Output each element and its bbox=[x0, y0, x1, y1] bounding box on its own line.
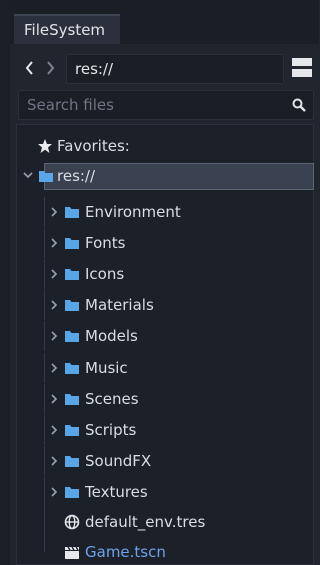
folder-icon bbox=[65, 300, 79, 311]
back-button[interactable] bbox=[22, 58, 38, 78]
file-label: default_env.tres bbox=[85, 513, 206, 531]
tree-guide bbox=[44, 228, 45, 258]
folder-icon bbox=[65, 456, 79, 467]
tree-guide bbox=[44, 259, 45, 289]
dock-tabbar: FileSystem bbox=[10, 0, 319, 44]
chevron-right-icon[interactable] bbox=[50, 237, 58, 249]
split-mode-icon-lower bbox=[292, 69, 312, 77]
split-mode-button[interactable] bbox=[292, 58, 312, 80]
path-input[interactable]: res:// bbox=[66, 54, 284, 84]
tree-guide bbox=[44, 477, 45, 507]
left-gutter bbox=[0, 0, 10, 565]
folder-label: Icons bbox=[85, 265, 125, 283]
tree-guide bbox=[44, 415, 45, 445]
chevron-down-icon[interactable] bbox=[23, 171, 33, 179]
tree-item-folder[interactable]: SoundFX bbox=[17, 446, 313, 476]
tree-guide bbox=[44, 290, 45, 320]
chevron-right-icon[interactable] bbox=[50, 268, 58, 280]
folder-label: Fonts bbox=[85, 234, 126, 252]
folder-icon bbox=[65, 363, 79, 374]
chevron-right-icon[interactable] bbox=[50, 362, 58, 374]
file-tree[interactable]: Favorites: res:// Environment Fonts Icons M… bbox=[16, 124, 314, 565]
file-label: Game.tscn bbox=[85, 543, 166, 561]
folder-icon bbox=[65, 425, 79, 436]
folder-label: Music bbox=[85, 359, 128, 377]
tree-guide bbox=[44, 384, 45, 414]
chevron-right-icon[interactable] bbox=[50, 393, 58, 405]
tree-guide bbox=[44, 197, 45, 227]
tree-guide bbox=[44, 507, 45, 537]
tree-item-folder[interactable]: Icons bbox=[17, 259, 313, 289]
root-label: res:// bbox=[57, 167, 96, 185]
filesystem-window: FileSystem res:// Search files Favorites… bbox=[0, 0, 319, 565]
split-mode-icon bbox=[292, 58, 312, 66]
folder-icon bbox=[65, 207, 79, 218]
folder-label: Environment bbox=[85, 203, 181, 221]
clapperboard-icon bbox=[65, 546, 79, 559]
tree-item-file[interactable]: default_env.tres bbox=[17, 507, 313, 537]
tree-item-folder[interactable]: Scenes bbox=[17, 384, 313, 414]
tree-item-root[interactable]: res:// bbox=[17, 161, 314, 191]
search-placeholder: Search files bbox=[27, 96, 114, 114]
tree-guide bbox=[44, 446, 45, 476]
folder-icon bbox=[65, 487, 79, 498]
folder-label: Materials bbox=[85, 296, 154, 314]
chevron-left-icon bbox=[25, 61, 33, 75]
tree-item-folder[interactable]: Scripts bbox=[17, 415, 313, 445]
chevron-right-icon[interactable] bbox=[50, 486, 58, 498]
globe-icon bbox=[64, 514, 80, 530]
chevron-right-icon[interactable] bbox=[50, 330, 58, 342]
folder-label: Scripts bbox=[85, 421, 137, 439]
chevron-right-icon[interactable] bbox=[50, 424, 58, 436]
path-bar: res:// bbox=[10, 50, 319, 86]
tab-filesystem[interactable]: FileSystem bbox=[14, 14, 120, 44]
chevron-right-icon bbox=[47, 61, 55, 75]
folder-label: Models bbox=[85, 327, 138, 345]
folder-icon bbox=[65, 269, 79, 280]
tree-item-folder[interactable]: Materials bbox=[17, 290, 313, 320]
folder-label: Scenes bbox=[85, 390, 139, 408]
favorites-label: Favorites: bbox=[57, 137, 130, 155]
tree-item-folder[interactable]: Textures bbox=[17, 477, 313, 507]
tree-item-favorites[interactable]: Favorites: bbox=[17, 131, 313, 161]
tree-item-folder[interactable]: Fonts bbox=[17, 228, 313, 258]
folder-label: Textures bbox=[85, 483, 148, 501]
folder-icon bbox=[39, 171, 53, 182]
tree-item-folder[interactable]: Models bbox=[17, 321, 313, 351]
search-input[interactable]: Search files bbox=[18, 90, 314, 120]
folder-icon bbox=[65, 238, 79, 249]
forward-button[interactable] bbox=[42, 58, 58, 78]
tree-item-folder[interactable]: Environment bbox=[17, 197, 313, 227]
chevron-right-icon[interactable] bbox=[50, 455, 58, 467]
star-icon bbox=[38, 139, 52, 153]
chevron-right-icon[interactable] bbox=[50, 299, 58, 311]
folder-icon bbox=[65, 394, 79, 405]
tree-guide bbox=[44, 537, 45, 552]
folder-label: SoundFX bbox=[85, 452, 152, 470]
search-icon bbox=[292, 98, 306, 112]
tree-guide bbox=[44, 321, 45, 351]
filesystem-dock: FileSystem res:// Search files Favorites… bbox=[10, 0, 319, 565]
tree-item-folder[interactable]: Music bbox=[17, 353, 313, 383]
folder-icon bbox=[65, 331, 79, 342]
tree-guide bbox=[44, 353, 45, 383]
chevron-right-icon[interactable] bbox=[50, 206, 58, 218]
tree-item-file[interactable]: Game.tscn bbox=[17, 537, 313, 565]
